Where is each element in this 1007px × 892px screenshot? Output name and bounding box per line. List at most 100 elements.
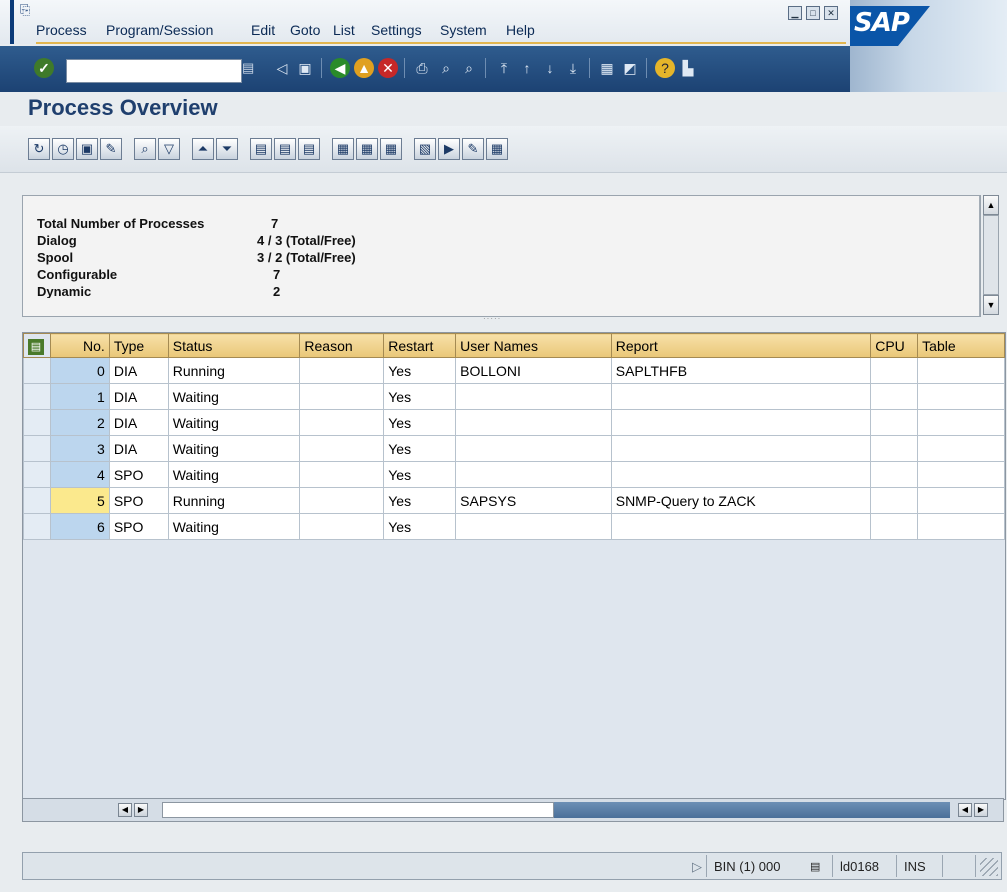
cell-table[interactable] <box>917 461 1005 488</box>
select-all-cell[interactable]: ▤ <box>23 333 51 358</box>
cell-no[interactable]: 2 <box>49 409 110 436</box>
grid-expand-icon[interactable]: ▦ <box>380 138 402 160</box>
refresh-icon[interactable]: ↻ <box>28 138 50 160</box>
cell-status[interactable]: Running <box>167 357 301 384</box>
column-header-user-names[interactable]: User Names <box>455 333 612 358</box>
cell-reason[interactable] <box>299 487 385 514</box>
cell-status[interactable]: Waiting <box>167 461 301 488</box>
row-selector[interactable] <box>23 357 51 384</box>
shortcut-icon[interactable]: ◩ <box>620 58 640 78</box>
save-icon[interactable]: ▣ <box>295 58 315 78</box>
exit-icon[interactable]: ▲ <box>354 58 374 78</box>
cell-type[interactable]: SPO <box>108 513 169 540</box>
menu-goto[interactable]: Goto <box>290 22 320 38</box>
cell-restart[interactable]: Yes <box>383 409 457 436</box>
enter-icon[interactable]: ✓ <box>34 58 54 78</box>
row-selector[interactable] <box>23 487 51 514</box>
cell-no[interactable]: 4 <box>49 461 110 488</box>
resize-grip-icon[interactable] <box>980 858 998 876</box>
cell-cpu[interactable] <box>870 357 919 384</box>
cell-reason[interactable] <box>299 357 385 384</box>
cell-restart[interactable]: Yes <box>383 461 457 488</box>
cell-table[interactable] <box>917 487 1005 514</box>
clock-icon[interactable]: ◷ <box>52 138 74 160</box>
row-selector[interactable] <box>23 513 51 540</box>
cell-user[interactable] <box>455 383 612 410</box>
cell-type[interactable]: DIA <box>108 357 169 384</box>
cell-user[interactable]: BOLLONI <box>455 357 612 384</box>
cell-no[interactable]: 0 <box>49 357 110 384</box>
menu-process[interactable]: Process <box>36 22 87 38</box>
cell-type[interactable]: SPO <box>108 461 169 488</box>
help-icon[interactable]: ? <box>655 58 675 78</box>
scroll-down-button[interactable]: ▼ <box>983 295 999 315</box>
cell-type[interactable]: DIA <box>108 383 169 410</box>
cell-no[interactable]: 3 <box>49 435 110 462</box>
cell-status[interactable]: Waiting <box>167 383 301 410</box>
menu-system[interactable]: System <box>440 22 487 38</box>
command-field[interactable] <box>66 59 242 83</box>
table-row[interactable]: 1 DIA Waiting Yes <box>23 383 1005 410</box>
summary-scrollbar[interactable] <box>979 196 980 316</box>
status-info-icon[interactable]: ▤ <box>810 857 820 877</box>
cell-table[interactable] <box>917 409 1005 436</box>
cell-report[interactable] <box>610 435 872 462</box>
layout-a-icon[interactable]: ▤ <box>250 138 272 160</box>
filter-icon[interactable]: ▽ <box>158 138 180 160</box>
splitter-handle[interactable]: ····· <box>483 314 523 323</box>
cell-cpu[interactable] <box>870 435 919 462</box>
table-row[interactable]: 3 DIA Waiting Yes <box>23 435 1005 462</box>
cell-status[interactable]: Waiting <box>167 513 301 540</box>
cell-restart[interactable]: Yes <box>383 435 457 462</box>
customize-icon[interactable]: ▙ <box>678 58 698 78</box>
send-icon[interactable]: ▶ <box>438 138 460 160</box>
cell-user[interactable] <box>455 409 612 436</box>
sort-desc-icon[interactable]: ⏷ <box>216 138 238 160</box>
command-history-icon[interactable]: ▤ <box>242 60 256 78</box>
menu-list[interactable]: List <box>333 22 355 38</box>
cell-reason[interactable] <box>299 435 385 462</box>
scroll-right-button[interactable]: ▶ <box>134 803 148 817</box>
last-page-icon[interactable]: ⤓ <box>563 58 583 78</box>
cell-restart[interactable]: Yes <box>383 513 457 540</box>
table-row[interactable]: 4 SPO Waiting Yes <box>23 461 1005 488</box>
column-header-restart[interactable]: Restart <box>383 333 457 358</box>
cell-report[interactable] <box>610 461 872 488</box>
status-expand-icon[interactable]: ▷ <box>692 857 702 877</box>
cell-restart[interactable]: Yes <box>383 383 457 410</box>
grid-select-icon[interactable]: ▦ <box>356 138 378 160</box>
cell-cpu[interactable] <box>870 513 919 540</box>
cell-restart[interactable]: Yes <box>383 487 457 514</box>
back-icon[interactable]: ◁ <box>272 58 292 78</box>
cell-user[interactable] <box>455 461 612 488</box>
first-page-icon[interactable]: ⤒ <box>494 58 514 78</box>
cell-reason[interactable] <box>299 383 385 410</box>
column-header-report[interactable]: Report <box>610 333 872 358</box>
column-header-status[interactable]: Status <box>167 333 301 358</box>
grid-icon[interactable]: ▦ <box>332 138 354 160</box>
menu-settings[interactable]: Settings <box>371 22 422 38</box>
column-header-type[interactable]: Type <box>108 333 169 358</box>
cell-cpu[interactable] <box>870 409 919 436</box>
find-icon[interactable]: ⌕ <box>436 58 456 78</box>
calculator-icon[interactable]: ▦ <box>486 138 508 160</box>
table-row[interactable]: 5 SPO Running Yes SAPSYS SNMP-Query to Z… <box>23 487 1005 514</box>
row-selector[interactable] <box>23 383 51 410</box>
edit-icon[interactable]: ✎ <box>462 138 484 160</box>
menu-edit[interactable]: Edit <box>251 22 275 38</box>
cell-cpu[interactable] <box>870 383 919 410</box>
row-selector[interactable] <box>23 409 51 436</box>
cell-no-focused[interactable]: 5 <box>49 487 110 514</box>
cell-type[interactable]: SPO <box>108 487 169 514</box>
create-session-icon[interactable]: ▦ <box>597 58 617 78</box>
back-green-icon[interactable]: ◀ <box>330 58 350 78</box>
cell-status[interactable]: Running <box>167 487 301 514</box>
table-row[interactable]: 2 DIA Waiting Yes <box>23 409 1005 436</box>
cell-table[interactable] <box>917 383 1005 410</box>
debug-icon[interactable]: ✎ <box>100 138 122 160</box>
layout-b-icon[interactable]: ▤ <box>274 138 296 160</box>
cell-reason[interactable] <box>299 409 385 436</box>
cancel-icon[interactable]: ✕ <box>378 58 398 78</box>
previous-page-icon[interactable]: ↑ <box>517 58 537 78</box>
column-header-no[interactable]: No. <box>49 333 110 358</box>
